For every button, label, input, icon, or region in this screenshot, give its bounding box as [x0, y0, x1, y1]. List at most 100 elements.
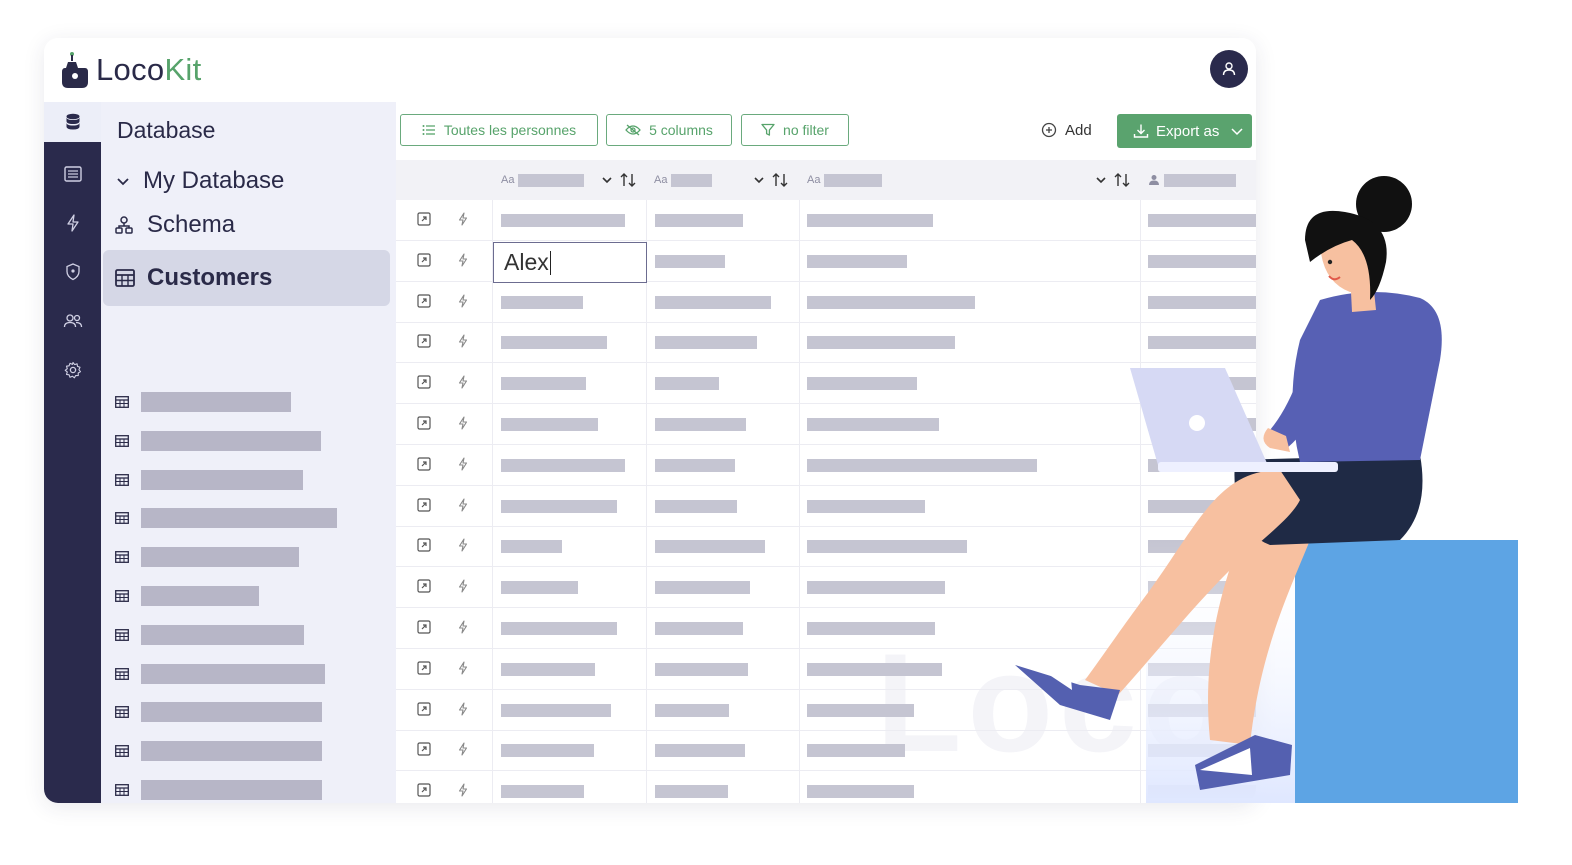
schema-label: Schema — [147, 211, 236, 238]
view-selector-button[interactable]: Toutes les personnes — [400, 114, 598, 146]
cell-placeholder — [1148, 418, 1256, 431]
lightning-icon[interactable] — [458, 457, 468, 471]
database-tree-item[interactable]: My Database — [115, 166, 284, 196]
expand-row-icon[interactable] — [417, 253, 431, 267]
sort-icon[interactable] — [1114, 172, 1130, 188]
expand-row-icon[interactable] — [417, 416, 431, 430]
lightning-icon[interactable] — [458, 375, 468, 389]
table-row[interactable] — [396, 608, 1256, 649]
table-row[interactable] — [396, 322, 1256, 364]
rail-database[interactable] — [44, 102, 101, 142]
table-row[interactable] — [396, 200, 1256, 241]
table-row[interactable] — [396, 526, 1256, 568]
expand-row-icon[interactable] — [417, 742, 431, 756]
chevron-down-icon[interactable] — [602, 176, 613, 184]
app-window: LocoKit Database My Database Schema Cust… — [44, 38, 1256, 803]
cell-placeholder — [807, 499, 925, 513]
lightning-icon[interactable] — [458, 253, 468, 267]
lightning-icon[interactable] — [458, 498, 468, 512]
lightning-icon[interactable] — [458, 742, 468, 756]
lightning-icon[interactable] — [458, 416, 468, 430]
expand-row-icon[interactable] — [417, 538, 431, 552]
lightning-icon[interactable] — [458, 661, 468, 675]
filter-button[interactable]: no filter — [741, 114, 849, 146]
table-row[interactable] — [396, 690, 1256, 731]
column-header-2[interactable]: Aa — [654, 170, 788, 190]
expand-row-icon[interactable] — [417, 579, 431, 593]
rail-views[interactable] — [44, 154, 101, 194]
expand-row-icon[interactable] — [417, 375, 431, 389]
sidebar-table-item[interactable] — [115, 392, 291, 412]
sidebar-item-customers[interactable]: Customers — [103, 250, 390, 306]
download-icon — [1133, 124, 1149, 138]
table-row[interactable] — [396, 445, 1256, 486]
table-row[interactable] — [396, 649, 1256, 690]
sidebar-table-item[interactable] — [115, 780, 322, 800]
chevron-down-icon[interactable] — [754, 176, 765, 184]
rail-security[interactable] — [44, 252, 101, 292]
table-row[interactable] — [396, 404, 1256, 445]
table-row[interactable] — [396, 486, 1256, 527]
lightning-icon[interactable] — [458, 212, 468, 226]
cell-placeholder — [501, 214, 625, 227]
schema-item[interactable]: Schema — [115, 210, 235, 240]
editing-cell-input[interactable]: Alex — [493, 242, 647, 283]
column-header-1[interactable]: Aa — [501, 170, 636, 190]
rail-processes[interactable] — [44, 203, 101, 243]
expand-row-icon[interactable] — [417, 783, 431, 797]
add-row-button[interactable]: Add — [1041, 114, 1092, 146]
table-row[interactable] — [396, 730, 1256, 772]
cell-placeholder — [807, 581, 945, 595]
lightning-icon[interactable] — [458, 334, 468, 348]
text-type-icon: Aa — [501, 174, 515, 186]
sidebar-table-item[interactable] — [115, 508, 337, 529]
sidebar-table-item[interactable] — [115, 469, 303, 490]
sidebar-table-item[interactable] — [115, 547, 299, 568]
expand-row-icon[interactable] — [417, 701, 431, 716]
lightning-icon[interactable] — [458, 620, 468, 634]
column-name-placeholder — [1164, 173, 1236, 187]
sidebar-table-item[interactable] — [115, 702, 322, 723]
sidebar-table-item[interactable] — [115, 430, 321, 451]
table-row[interactable] — [396, 282, 1256, 323]
column-header-3[interactable]: Aa — [807, 170, 1130, 190]
sidebar: Database My Database Schema Customers — [101, 102, 396, 803]
user-avatar-button[interactable] — [1210, 50, 1248, 88]
export-button[interactable]: Export as — [1117, 114, 1252, 148]
lightning-icon[interactable] — [458, 538, 468, 552]
expand-row-icon[interactable] — [417, 661, 431, 675]
sidebar-table-item[interactable] — [115, 741, 322, 762]
expand-row-icon[interactable] — [417, 293, 431, 308]
table-row[interactable] — [396, 363, 1256, 405]
table-row[interactable] — [396, 771, 1256, 803]
chevron-down-icon[interactable] — [1231, 126, 1243, 136]
cell-placeholder — [807, 622, 935, 635]
sort-icon[interactable] — [620, 172, 636, 188]
rail-users[interactable] — [44, 301, 101, 341]
expand-row-icon[interactable] — [417, 497, 431, 512]
expand-row-icon[interactable] — [417, 620, 431, 634]
expand-row-icon[interactable] — [417, 457, 431, 471]
lightning-icon[interactable] — [458, 702, 468, 716]
chevron-down-icon[interactable] — [1096, 176, 1107, 184]
sidebar-table-item[interactable] — [115, 624, 304, 645]
table-row[interactable] — [396, 567, 1256, 609]
lightning-icon[interactable] — [458, 294, 468, 308]
add-label: Add — [1065, 121, 1092, 139]
skirt — [1234, 455, 1423, 545]
sidebar-table-item[interactable] — [115, 663, 325, 684]
expand-row-icon[interactable] — [417, 212, 431, 226]
lightning-icon[interactable] — [458, 783, 468, 797]
columns-button[interactable]: 5 columns — [606, 114, 732, 146]
table-name-placeholder — [141, 586, 259, 606]
lockit-logo[interactable]: LocoKit — [62, 50, 202, 90]
rail-settings[interactable] — [44, 350, 101, 390]
lightning-icon[interactable] — [458, 579, 468, 593]
column-header-4[interactable] — [1148, 170, 1236, 190]
sidebar-table-item[interactable] — [115, 586, 259, 606]
chevron-down-icon[interactable] — [115, 173, 131, 189]
expand-row-icon[interactable] — [417, 334, 431, 348]
cell-placeholder — [501, 377, 586, 391]
cell-placeholder — [655, 336, 757, 350]
sort-icon[interactable] — [772, 172, 788, 188]
